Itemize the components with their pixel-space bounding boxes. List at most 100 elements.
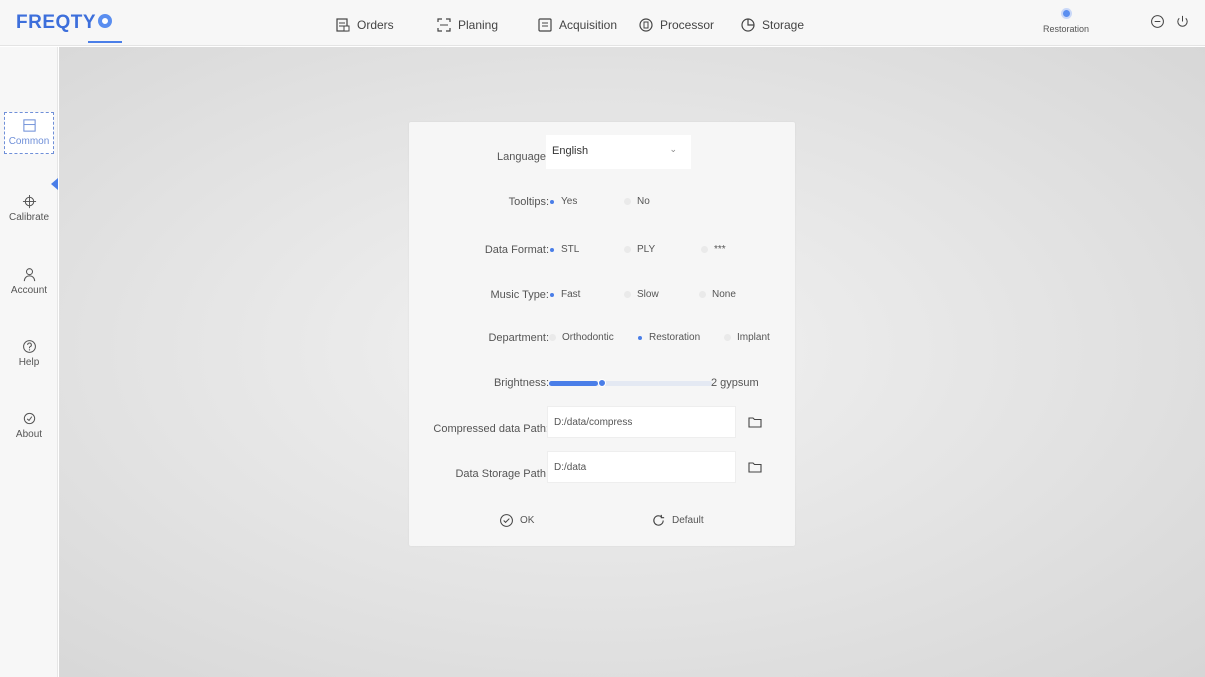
radio-label: Restoration <box>649 332 701 343</box>
radio-label: STL <box>561 244 580 255</box>
sidebar-item-label: Calibrate <box>8 212 50 223</box>
data-format-row: Data Format: STL PLY *** <box>409 239 795 263</box>
storage-path-value: D:/data <box>554 462 587 473</box>
about-icon <box>23 412 35 425</box>
department-row: Department: Orthodontic Restoration Impl… <box>409 327 795 351</box>
department-badge[interactable]: Restoration <box>1036 8 1096 34</box>
dept-restoration-radio[interactable]: Restoration <box>637 332 700 343</box>
radio-label: PLY <box>637 244 656 255</box>
storage-path-input[interactable]: D:/data <box>547 451 736 483</box>
refresh-icon <box>653 514 665 526</box>
main-area: Language: English ⌄ Tooltips: Yes No Dat… <box>59 47 1205 677</box>
slider-handle[interactable] <box>597 379 606 387</box>
department-label: Department: <box>488 332 549 344</box>
sidebar-item-label: Common <box>8 136 50 147</box>
language-select[interactable]: English ⌄ <box>546 135 691 169</box>
top-bar: FREQTY Orders Planing Acquisition Proces… <box>0 0 1205 46</box>
music-none-radio[interactable]: None <box>699 289 736 300</box>
department-badge-label: Restoration <box>1042 24 1090 34</box>
sidebar-item-label: About <box>15 429 43 440</box>
music-slow-radio[interactable]: Slow <box>624 289 659 300</box>
dept-implant-radio[interactable]: Implant <box>724 332 770 343</box>
compressed-path-row: Compressed data Path: D:/data/compress <box>409 406 795 442</box>
brightness-value: 2 gypsum <box>711 377 759 389</box>
minimize-icon[interactable] <box>1150 14 1165 29</box>
storage-path-label: Data Storage Path: <box>455 468 549 480</box>
sidebar-item-label: Account <box>10 285 48 296</box>
orders-icon <box>336 18 350 32</box>
format-stl-radio[interactable]: STL <box>549 244 579 255</box>
planing-icon <box>437 18 451 32</box>
acquisition-icon <box>538 18 552 32</box>
music-fast-radio[interactable]: Fast <box>549 289 580 300</box>
crosshair-icon <box>22 194 36 209</box>
format-ply-radio[interactable]: PLY <box>624 244 655 255</box>
storage-path-row: Data Storage Path: D:/data <box>409 451 795 487</box>
brightness-slider[interactable] <box>549 379 712 387</box>
nav-acquisition-label: Acquisition <box>559 18 618 32</box>
tooltips-yes-radio[interactable]: Yes <box>549 196 577 207</box>
active-indicator-arrow <box>51 178 58 190</box>
nav-storage-label: Storage <box>762 18 805 32</box>
actions-row: OK Default <box>409 513 795 537</box>
user-icon <box>23 268 35 282</box>
storage-icon <box>741 18 755 32</box>
power-icon[interactable] <box>1175 14 1190 29</box>
sidebar-item-common[interactable]: Common <box>4 112 54 154</box>
active-tab-underline <box>88 41 122 43</box>
radio-label: Slow <box>637 289 659 300</box>
nav-planing-label: Planing <box>458 18 499 32</box>
nav-storage[interactable]: Storage <box>740 15 804 35</box>
sidebar-item-calibrate[interactable]: Calibrate <box>0 194 58 223</box>
dept-orthodontic-radio[interactable]: Orthodontic <box>549 332 614 343</box>
nav-orders[interactable]: Orders <box>335 15 394 35</box>
ok-button[interactable]: OK <box>499 513 534 528</box>
format-other-radio[interactable]: *** <box>701 244 726 255</box>
settings-tab[interactable] <box>88 8 122 46</box>
music-type-row: Music Type: Fast Slow None <box>409 284 795 308</box>
nav-orders-label: Orders <box>357 18 394 32</box>
radio-label: Orthodontic <box>562 332 614 343</box>
tooltips-label: Tooltips: <box>508 196 549 208</box>
chevron-down-icon: ⌄ <box>669 144 677 154</box>
language-value: English <box>552 145 589 157</box>
radio-label: No <box>637 196 650 207</box>
music-type-label: Music Type: <box>490 289 550 301</box>
sidebar-item-account[interactable]: Account <box>0 267 58 296</box>
ok-label: OK <box>520 515 535 526</box>
language-row: Language: English ⌄ <box>409 135 795 170</box>
sidebar-item-about[interactable]: About <box>0 411 58 440</box>
radio-label: *** <box>714 244 726 255</box>
settings-panel: Language: English ⌄ Tooltips: Yes No Dat… <box>409 122 795 546</box>
compressed-path-value: D:/data/compress <box>554 417 633 428</box>
compressed-path-input[interactable]: D:/data/compress <box>547 406 736 438</box>
sidebar-item-label: Help <box>18 357 40 368</box>
gear-icon <box>98 14 112 28</box>
help-icon <box>22 340 36 353</box>
folder-icon[interactable] <box>747 414 763 430</box>
common-icon <box>22 119 36 132</box>
check-circle-icon <box>500 514 513 527</box>
restoration-icon <box>1060 8 1072 19</box>
language-label: Language: <box>497 151 549 163</box>
app-logo: FREQTY <box>16 12 97 33</box>
sidebar-item-help[interactable]: Help <box>0 339 58 368</box>
nav-acquisition[interactable]: Acquisition <box>537 15 617 35</box>
compressed-path-label: Compressed data Path: <box>433 423 549 435</box>
nav-planing[interactable]: Planing <box>436 15 498 35</box>
window-controls <box>1150 14 1190 29</box>
folder-icon[interactable] <box>747 459 763 475</box>
sidebar: Common Calibrate Account Help About <box>0 47 58 677</box>
brightness-row: Brightness: 2 gypsum <box>409 372 795 396</box>
radio-label: Implant <box>737 332 770 343</box>
nav-processor[interactable]: Processor <box>638 15 714 35</box>
tooltips-no-radio[interactable]: No <box>624 196 650 207</box>
radio-label: None <box>712 289 736 300</box>
default-button[interactable]: Default <box>651 513 704 528</box>
processor-icon <box>639 18 653 32</box>
tooltips-row: Tooltips: Yes No <box>409 191 795 215</box>
brightness-label: Brightness: <box>493 377 549 389</box>
nav-processor-label: Processor <box>660 18 715 32</box>
data-format-label: Data Format: <box>484 244 549 256</box>
default-label: Default <box>672 515 704 526</box>
